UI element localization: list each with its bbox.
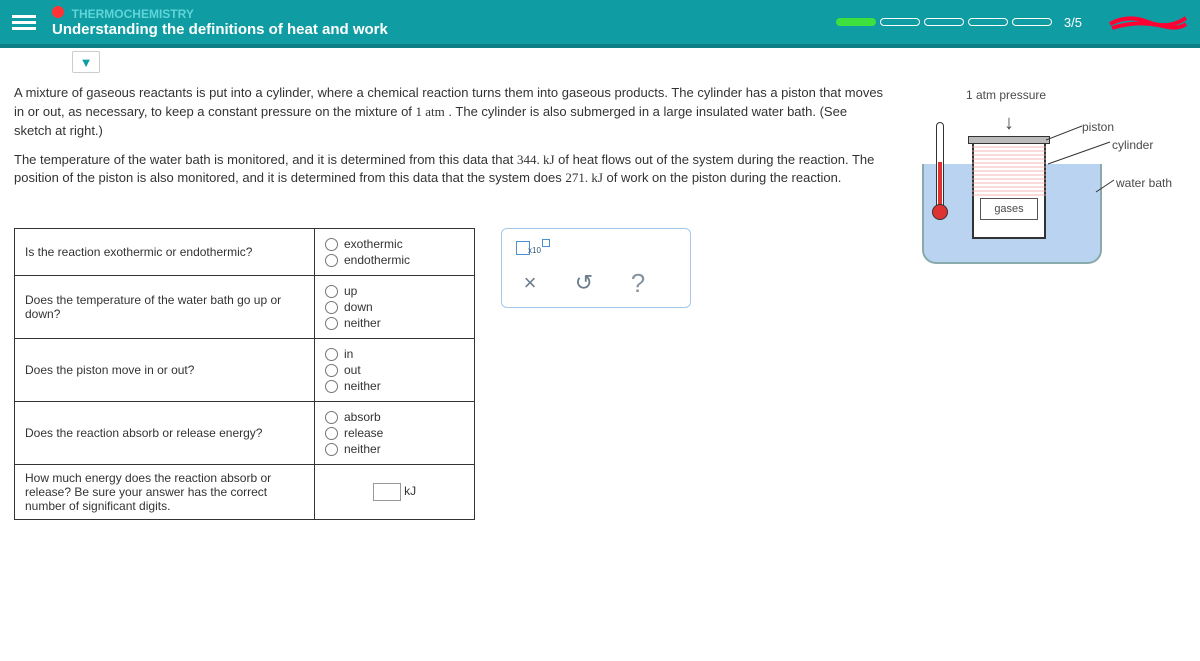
subject-dot-icon — [52, 6, 64, 18]
problem-p2-pre: The temperature of the water bath is mon… — [14, 152, 517, 167]
crumb-bar: ▼ — [0, 48, 1200, 76]
leader-lines — [1046, 124, 1116, 204]
problem-p2-post: of work on the piston during the reactio… — [607, 170, 842, 185]
undo-icon: ↺ — [575, 270, 593, 296]
help-icon: ? — [631, 268, 645, 299]
table-row: How much energy does the reaction absorb… — [15, 465, 475, 520]
question-table: Is the reaction exothermic or endothermi… — [14, 228, 475, 520]
q3-in[interactable]: in — [325, 347, 464, 361]
q4-text: Does the reaction absorb or release ener… — [15, 402, 315, 465]
chevron-down-icon: ▼ — [80, 55, 93, 70]
q2-neither[interactable]: neither — [325, 316, 464, 330]
subject-label: THERMOCHEMISTRY — [72, 7, 194, 21]
thermometer-icon — [936, 122, 944, 212]
table-row: Does the piston move in or out? in out n… — [15, 339, 475, 402]
x10-label: x10 — [528, 246, 541, 255]
pressure-value: 1 atm — [416, 104, 445, 119]
arrow-down-icon: ↓ — [1004, 112, 1014, 135]
q1-exothermic[interactable]: exothermic — [325, 237, 464, 251]
q5-answers: kJ — [315, 465, 475, 520]
header-titles: THERMOCHEMISTRY Understanding the defini… — [52, 6, 836, 38]
q1-answers: exothermic endothermic — [315, 229, 475, 276]
expand-button[interactable]: ▼ — [72, 51, 100, 73]
help-button[interactable]: ? — [624, 269, 652, 297]
progress-pill — [1012, 18, 1052, 26]
problem-text: A mixture of gaseous reactants is put in… — [14, 84, 886, 198]
scientific-notation-button[interactable]: x10 — [516, 239, 550, 255]
energy-input[interactable] — [373, 483, 401, 501]
q1-endothermic[interactable]: endothermic — [325, 253, 464, 267]
progress-pill — [836, 18, 876, 26]
q2-up[interactable]: up — [325, 284, 464, 298]
q3-neither[interactable]: neither — [325, 379, 464, 393]
answer-area: Is the reaction exothermic or endothermi… — [14, 228, 1186, 520]
q2-text: Does the temperature of the water bath g… — [15, 276, 315, 339]
q4-neither[interactable]: neither — [325, 442, 464, 456]
q2-answers: up down neither — [315, 276, 475, 339]
progress-count: 3/5 — [1064, 15, 1082, 30]
apparatus-diagram: 1 atm pressure ↓ piston cylinder water b… — [906, 84, 1186, 198]
times-icon: × — [524, 270, 537, 296]
progress-pills — [836, 18, 1052, 26]
q4-answers: absorb release neither — [315, 402, 475, 465]
cylinder-label: cylinder — [1112, 138, 1153, 152]
annotation-scribble — [1108, 12, 1188, 32]
q1-text: Is the reaction exothermic or endothermi… — [15, 229, 315, 276]
cylinder-gas-shade — [972, 146, 1046, 196]
progress-pill — [968, 18, 1008, 26]
q5-text: How much energy does the reaction absorb… — [15, 465, 315, 520]
q4-absorb[interactable]: absorb — [325, 410, 464, 424]
q2-down[interactable]: down — [325, 300, 464, 314]
waterbath-label: water bath — [1116, 176, 1172, 190]
table-row: Is the reaction exothermic or endothermi… — [15, 229, 475, 276]
q4-release[interactable]: release — [325, 426, 464, 440]
header-subject-row: THERMOCHEMISTRY — [52, 6, 836, 21]
progress-pill — [880, 18, 920, 26]
piston-shape — [968, 136, 1050, 144]
gases-label: gases — [980, 198, 1038, 220]
clear-button[interactable]: × — [516, 269, 544, 297]
q3-answers: in out neither — [315, 339, 475, 402]
lesson-title: Understanding the definitions of heat an… — [52, 21, 836, 38]
q3-text: Does the piston move in or out? — [15, 339, 315, 402]
content-area: A mixture of gaseous reactants is put in… — [0, 76, 1200, 206]
q3-out[interactable]: out — [325, 363, 464, 377]
tool-panel: x10 × ↺ ? — [501, 228, 691, 308]
progress-area: 3/5 — [836, 12, 1188, 32]
table-row: Does the temperature of the water bath g… — [15, 276, 475, 339]
table-row: Does the reaction absorb or release ener… — [15, 402, 475, 465]
undo-button[interactable]: ↺ — [570, 269, 598, 297]
progress-pill — [924, 18, 964, 26]
work-value: 271. kJ — [565, 170, 603, 185]
heat-value: 344. kJ — [517, 152, 555, 167]
app-header: THERMOCHEMISTRY Understanding the defini… — [0, 0, 1200, 48]
menu-icon[interactable] — [12, 12, 36, 33]
energy-unit: kJ — [404, 484, 416, 498]
pressure-label: 1 atm pressure — [966, 88, 1046, 102]
